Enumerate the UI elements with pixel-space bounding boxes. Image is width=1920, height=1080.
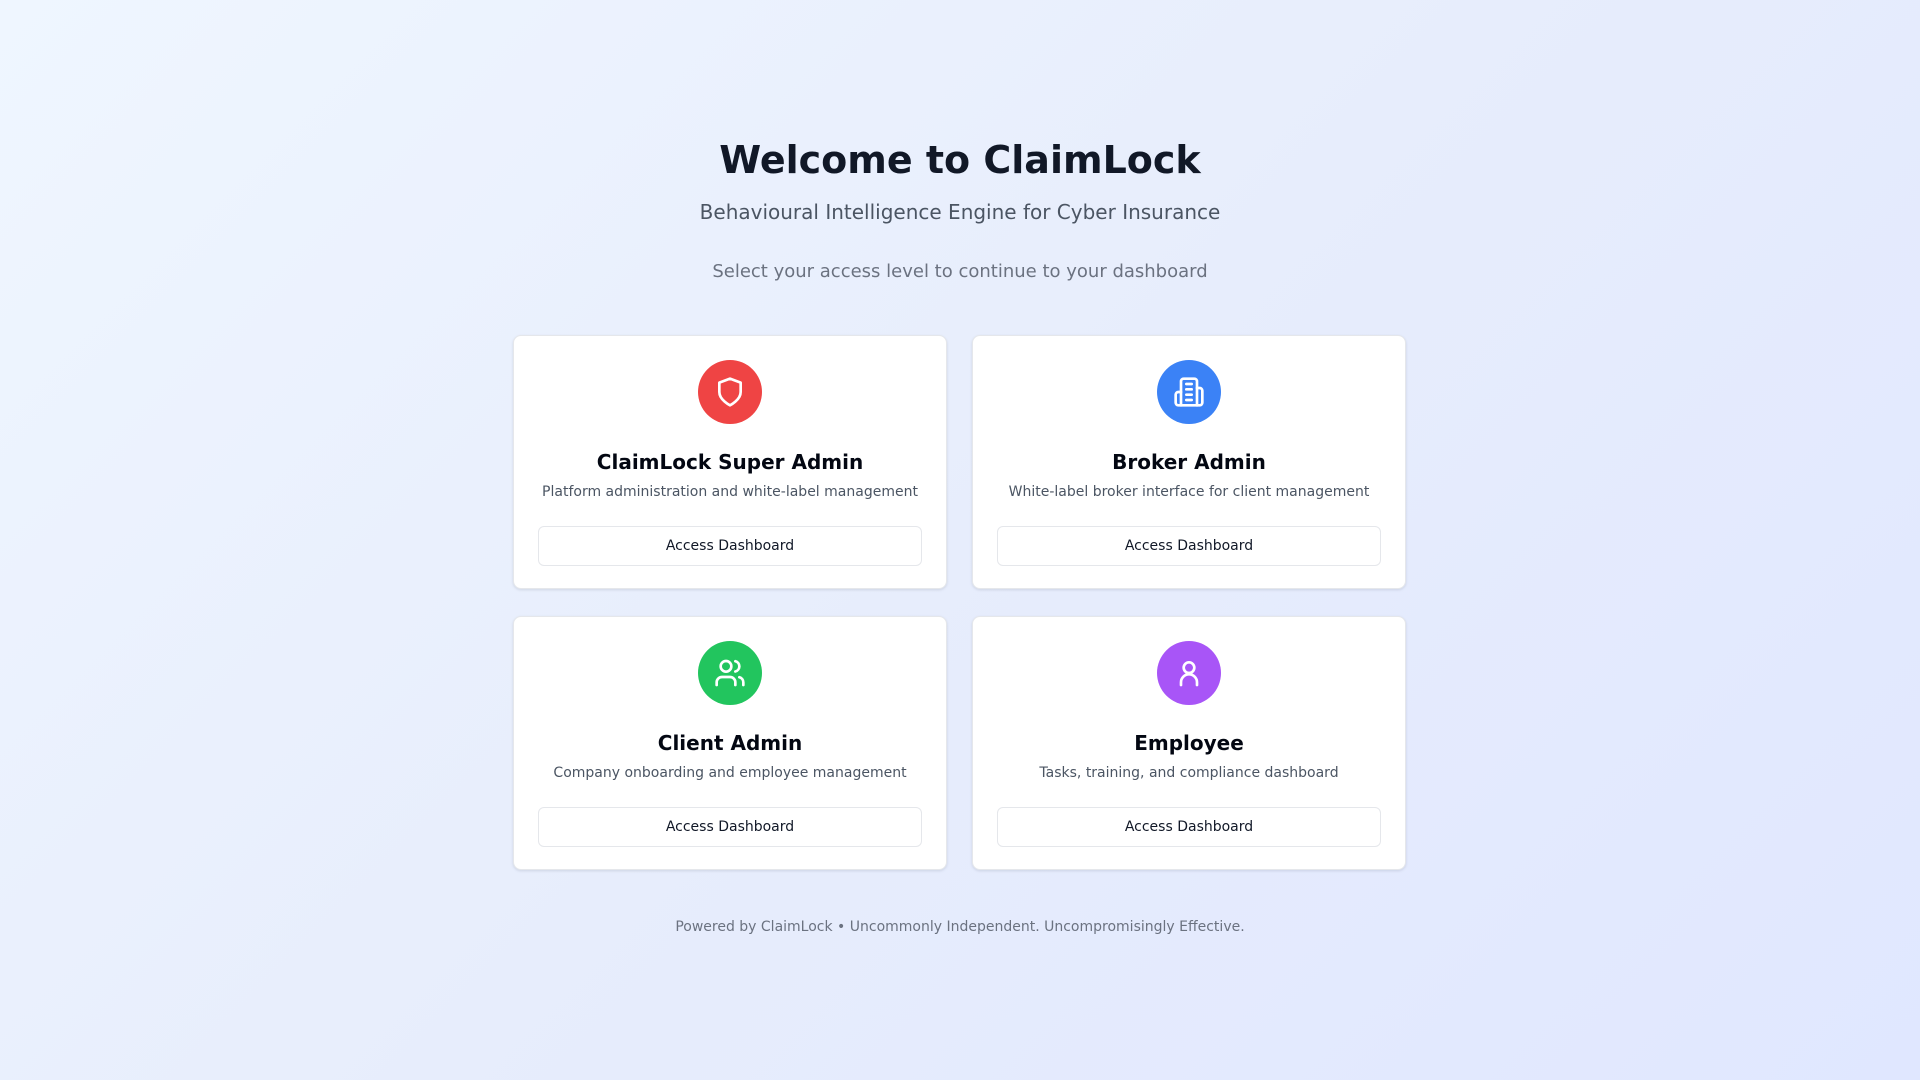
user-icon [1179, 661, 1199, 687]
access-dashboard-button[interactable]: Access Dashboard [538, 807, 922, 847]
card-title: Employee [1134, 731, 1244, 755]
card-title: ClaimLock Super Admin [596, 450, 864, 474]
building-icon [1174, 377, 1204, 407]
card-title: Client Admin [657, 731, 803, 755]
card-super-admin: ClaimLock Super Admin Platform administr… [513, 335, 947, 589]
super-admin-icon-circle [698, 360, 762, 424]
access-dashboard-button[interactable]: Access Dashboard [538, 526, 922, 566]
card-description: White-label broker interface for client … [1008, 484, 1370, 500]
access-dashboard-button[interactable]: Access Dashboard [997, 807, 1381, 847]
access-dashboard-button[interactable]: Access Dashboard [997, 526, 1381, 566]
welcome-header: Welcome to ClaimLock Behavioural Intelli… [0, 134, 1920, 286]
shield-icon [718, 377, 742, 407]
access-level-grid: ClaimLock Super Admin Platform administr… [513, 335, 1406, 870]
page-title: Welcome to ClaimLock [719, 138, 1201, 182]
card-client-admin: Client Admin Company onboarding and empl… [513, 616, 947, 870]
page-subtitle: Behavioural Intelligence Engine for Cybe… [699, 200, 1221, 224]
broker-admin-icon-circle [1157, 360, 1221, 424]
client-admin-icon-circle [698, 641, 762, 705]
card-broker-admin: Broker Admin White-label broker interfac… [972, 335, 1406, 589]
card-employee: Employee Tasks, training, and compliance… [972, 616, 1406, 870]
card-description: Company onboarding and employee manageme… [553, 765, 907, 781]
employee-icon-circle [1157, 641, 1221, 705]
access-prompt: Select your access level to continue to … [712, 261, 1208, 282]
card-description: Tasks, training, and compliance dashboar… [1039, 765, 1339, 781]
card-description: Platform administration and white-label … [542, 484, 918, 500]
card-title: Broker Admin [1112, 450, 1266, 474]
users-icon [715, 659, 745, 687]
footer-tagline: Powered by ClaimLock • Uncommonly Indepe… [675, 919, 1245, 935]
